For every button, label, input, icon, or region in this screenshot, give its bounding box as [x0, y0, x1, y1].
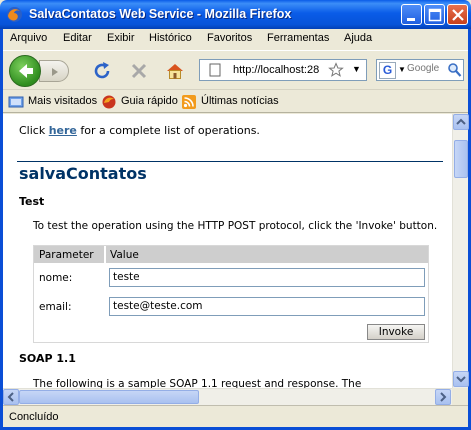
engine-dropdown-icon[interactable]: ▼ — [398, 65, 406, 74]
scroll-left-button[interactable] — [3, 389, 19, 405]
firefox-bookmark-icon — [102, 95, 116, 109]
close-button[interactable] — [447, 4, 468, 25]
table-header: Parameter Value — [34, 246, 428, 263]
maximize-icon — [428, 8, 442, 22]
chevron-up-icon — [456, 118, 466, 125]
menu-ferramentas[interactable]: Ferramentas — [267, 32, 329, 44]
test-form-table: Parameter Value nome: teste email: teste… — [33, 245, 429, 343]
search-icon[interactable] — [447, 62, 462, 78]
heading-divider — [17, 161, 443, 162]
test-heading: Test — [19, 195, 45, 208]
test-instructions: To test the operation using the HTTP POS… — [33, 220, 438, 232]
vertical-scroll-thumb[interactable] — [454, 140, 468, 178]
header-parameter: Parameter — [39, 249, 94, 261]
scroll-up-button[interactable] — [453, 114, 469, 130]
operations-list-link[interactable]: here — [49, 124, 77, 137]
soap-description: The following is a sample SOAP 1.1 reque… — [33, 378, 362, 388]
chevron-down-icon — [456, 376, 466, 383]
search-box[interactable]: G ▼ — [376, 59, 464, 81]
menu-bar: Arquivo Editar Exibir Histórico Favorito… — [3, 29, 468, 49]
reload-icon[interactable] — [91, 60, 113, 82]
maximize-button[interactable] — [424, 4, 445, 25]
forward-arrow-icon — [52, 68, 58, 76]
menu-historico[interactable]: Histórico — [149, 32, 192, 44]
title-bar[interactable]: SalvaContatos Web Service - Mozilla Fire… — [0, 0, 471, 29]
soap-heading: SOAP 1.1 — [19, 352, 76, 365]
firefox-icon — [7, 7, 22, 22]
url-text[interactable]: http://localhost:28 — [233, 64, 325, 76]
minimize-icon — [407, 18, 415, 21]
navigation-toolbar: http://localhost:28 ▼ G ▼ — [3, 50, 468, 88]
bookmark-guia-rapido[interactable]: Guia rápido — [101, 95, 181, 111]
stop-icon[interactable] — [128, 60, 150, 82]
header-separator — [104, 246, 106, 263]
minimize-button[interactable] — [401, 4, 422, 25]
scroll-down-button[interactable] — [453, 371, 469, 387]
email-input[interactable]: teste@teste.com — [109, 297, 425, 316]
back-button[interactable] — [9, 55, 41, 87]
smart-folder-icon — [8, 96, 24, 108]
forward-button[interactable] — [39, 60, 69, 82]
menu-editar[interactable]: Editar — [63, 32, 92, 44]
horizontal-scroll-thumb[interactable] — [19, 390, 199, 404]
page-icon — [209, 63, 221, 77]
close-icon — [452, 9, 464, 21]
window-title: SalvaContatos Web Service - Mozilla Fire… — [29, 7, 292, 21]
email-label: email: — [39, 301, 72, 313]
vertical-scrollbar[interactable] — [452, 114, 469, 388]
scrollbar-corner — [452, 388, 468, 405]
scroll-right-button[interactable] — [435, 389, 451, 405]
invoke-button[interactable]: Invoke — [367, 324, 425, 340]
operations-intro: Click here for a complete list of operat… — [19, 124, 260, 137]
menu-arquivo[interactable]: Arquivo — [10, 32, 47, 44]
search-input[interactable] — [407, 63, 445, 74]
url-dropdown-icon[interactable]: ▼ — [352, 64, 361, 74]
nome-label: nome: — [39, 272, 73, 284]
status-bar: Concluído — [3, 405, 468, 427]
chevron-left-icon — [7, 392, 14, 402]
chevron-right-icon — [440, 392, 447, 402]
page-content: Click here for a complete list of operat… — [3, 114, 452, 388]
google-engine-icon[interactable]: G — [379, 62, 396, 79]
menu-favoritos[interactable]: Favoritos — [207, 32, 252, 44]
bookmarks-toolbar: Mais visitados Guia rápido Últimas notíc… — [3, 89, 468, 113]
rss-feed-icon — [182, 95, 196, 109]
operation-heading: salvaContatos — [19, 164, 147, 183]
menu-ajuda[interactable]: Ajuda — [344, 32, 372, 44]
home-icon[interactable] — [164, 60, 186, 82]
address-bar[interactable]: http://localhost:28 ▼ — [199, 59, 367, 81]
header-value: Value — [110, 249, 139, 261]
menu-exibir[interactable]: Exibir — [107, 32, 135, 44]
horizontal-scrollbar[interactable] — [3, 388, 452, 405]
bookmark-star-icon[interactable] — [328, 62, 344, 78]
status-text: Concluído — [9, 411, 59, 423]
back-arrow-icon — [19, 64, 33, 78]
nome-input[interactable]: teste — [109, 268, 425, 287]
bookmark-ultimas-noticias[interactable]: Últimas notícias — [181, 95, 281, 111]
bookmark-mais-visitados[interactable]: Mais visitados — [8, 95, 97, 111]
